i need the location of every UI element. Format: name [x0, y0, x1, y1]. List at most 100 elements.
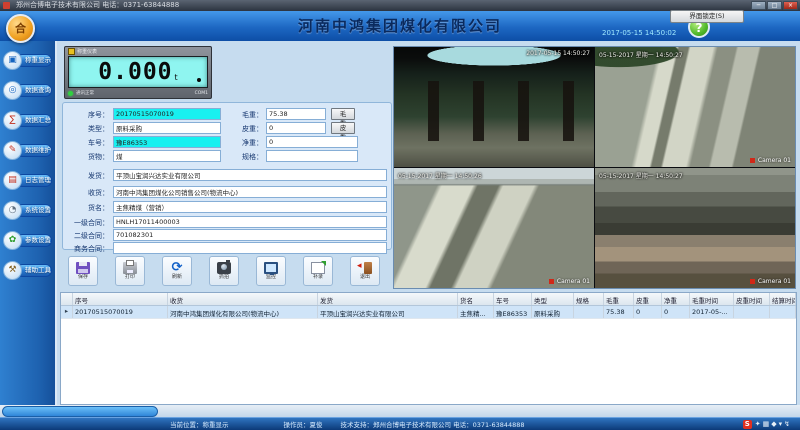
camera-view-2[interactable]: 05-15-2017 星期一 14:50:27 Camera 01 [595, 47, 795, 167]
header-datetime: 2017-05-15 14:50:02 [602, 29, 692, 37]
col-tare-time[interactable]: 皮重时间 [734, 293, 770, 305]
net-input[interactable] [266, 136, 358, 148]
toolbar: 保存 打印 刷新 抓拍 监控 补录 退出 [62, 253, 392, 289]
col-spec[interactable]: 规格 [574, 293, 604, 305]
camera-label: Camera 01 [549, 278, 590, 285]
refresh-button[interactable]: 刷新 [162, 256, 192, 286]
app-logo-icon: 合 [6, 14, 35, 43]
close-button[interactable]: × [783, 1, 798, 10]
language-bar[interactable]: S ✦▦◆▾↯ [743, 420, 792, 429]
sidebar-item-system-settings[interactable]: 系统设置 [3, 200, 52, 221]
camera-timestamp: 05-15-2017 星期一 14:50:27 [599, 50, 683, 59]
sidebar-item-data-summary[interactable]: 数据汇总 [3, 110, 52, 131]
floppy-icon [76, 262, 90, 274]
pencil-icon [3, 141, 22, 160]
status-operator: 操作员：夏俊 [284, 419, 323, 429]
window-title: 郑州合博电子技术有限公司 电话：0371-63844888 [16, 1, 179, 9]
snapshot-button[interactable]: 抓拍 [209, 256, 239, 286]
weigh-form: 序号： 毛重： 毛重 类型： 皮重： 皮重 车号： 净重： 货物： 规格： 发货… [62, 102, 392, 250]
net-label: 净重： [219, 138, 263, 148]
camera-grid: 2017-05-15 14:50:27 05-15-2017 星期一 14:50… [393, 46, 796, 289]
table-header: 序号 收货 发货 货名 车号 类型 规格 毛重 皮重 净重 毛重时间 皮重时间 … [61, 293, 796, 306]
sidebar-item-data-query[interactable]: 数据查询 [3, 80, 52, 101]
col-net[interactable]: 净重 [662, 293, 690, 305]
wrench-icon [3, 261, 22, 280]
contract2-label: 二级合同： [65, 231, 109, 241]
col-serial[interactable]: 序号 [73, 293, 168, 305]
row-selector: ▸ [61, 306, 73, 318]
contract1-label: 一级合同： [65, 218, 109, 228]
col-gross[interactable]: 毛重 [604, 293, 634, 305]
sidebar-item-param-settings[interactable]: 参数设置 [3, 230, 52, 251]
tray-icons[interactable]: ✦▦◆▾↯ [755, 420, 792, 428]
col-truck[interactable]: 车号 [494, 293, 532, 305]
truck-input[interactable] [113, 136, 221, 148]
ime-icon[interactable]: S [743, 420, 752, 429]
cargo-input[interactable] [113, 201, 387, 213]
supplement-button[interactable]: 补录 [303, 256, 333, 286]
minimize-button[interactable]: ─ [751, 1, 766, 10]
status-led-green [68, 91, 73, 96]
indicator-status: 通讯正常 [76, 90, 94, 96]
calendar-icon [3, 171, 22, 190]
truck-label: 车号： [65, 138, 109, 148]
indicator-port: COM1 [195, 91, 208, 96]
col-type[interactable]: 类型 [532, 293, 574, 305]
weight-indicator: 称重仪表 0.000 t 通讯正常 COM1 [64, 46, 212, 99]
col-settle-time[interactable]: 结算时间 [770, 293, 796, 305]
sidebar-item-data-maintain[interactable]: 数据维护 [3, 140, 52, 161]
camera-label: Camera 01 [750, 278, 791, 285]
gross-button[interactable]: 毛重 [331, 108, 355, 120]
search-icon [3, 81, 22, 100]
exit-button[interactable]: 退出 [350, 256, 380, 286]
gross-input[interactable] [266, 108, 326, 120]
col-receiver[interactable]: 收货 [168, 293, 318, 305]
receiver-input[interactable] [113, 186, 387, 198]
save-button[interactable]: 保存 [68, 256, 98, 286]
tare-label: 皮重： [219, 124, 263, 134]
sidebar-item-weigh-display[interactable]: 称重显示 [3, 50, 52, 71]
sidebar-item-log-manage[interactable]: 日志管理 [3, 170, 52, 191]
print-button[interactable]: 打印 [115, 256, 145, 286]
screen-icon [264, 262, 278, 274]
table-row[interactable]: ▸ 20170515070019 河南中鸿集团煤化有限公司(物流中心) 平顶山宝… [61, 306, 796, 319]
indicator-title: 称重仪表 [77, 48, 97, 55]
goods-input[interactable] [113, 150, 221, 162]
status-location: 当前位置：称重显示 [170, 419, 229, 429]
col-cargo[interactable]: 货名 [458, 293, 494, 305]
sidebar-footer-tab [2, 406, 158, 417]
interface-lock-button[interactable]: 界面锁定(S) [670, 10, 744, 23]
camera-timestamp: 2017-05-15 14:50:27 [526, 50, 590, 57]
row-selector-header [61, 293, 73, 305]
type-input[interactable] [113, 122, 221, 134]
maximize-button[interactable]: □ [767, 1, 782, 10]
camera-view-3[interactable]: 05-15-2017 星期一 14:50:26 Camera 01 [394, 168, 594, 288]
camera-view-4[interactable]: 05-15-2017 星期一 14:50:27 Camera 01 [595, 168, 795, 288]
contract1-input[interactable] [113, 216, 387, 228]
tare-button[interactable]: 皮重 [331, 122, 355, 134]
contract2-input[interactable] [113, 229, 387, 241]
camera-view-1[interactable]: 2017-05-15 14:50:27 [394, 47, 594, 167]
document-icon [311, 262, 325, 274]
col-gross-time[interactable]: 毛重时间 [690, 293, 734, 305]
gear-icon [3, 231, 22, 250]
col-shipper[interactable]: 发货 [318, 293, 458, 305]
sidebar-item-tools[interactable]: 辅助工具 [3, 260, 52, 281]
shipper-label: 发货： [65, 171, 109, 181]
col-tare[interactable]: 皮重 [634, 293, 662, 305]
tare-input[interactable] [266, 122, 326, 134]
serial-label: 序号： [65, 110, 109, 120]
monitor-button[interactable]: 监控 [256, 256, 286, 286]
serial-input[interactable] [113, 108, 221, 120]
app-icon [3, 2, 10, 9]
clock-icon [3, 201, 22, 220]
spec-input[interactable] [266, 150, 358, 162]
shipper-input[interactable] [113, 169, 387, 181]
summary-icon [3, 111, 22, 130]
receiver-label: 收货： [65, 188, 109, 198]
cargo-label: 货名： [65, 203, 109, 213]
weight-display: 0.000 t [68, 56, 208, 88]
weight-value: 0.000 [98, 61, 172, 84]
goods-label: 货物： [65, 152, 109, 162]
status-bar: 当前位置：称重显示 操作员：夏俊 技术支持：郑州合博电子技术有限公司 电话：03… [0, 417, 800, 430]
